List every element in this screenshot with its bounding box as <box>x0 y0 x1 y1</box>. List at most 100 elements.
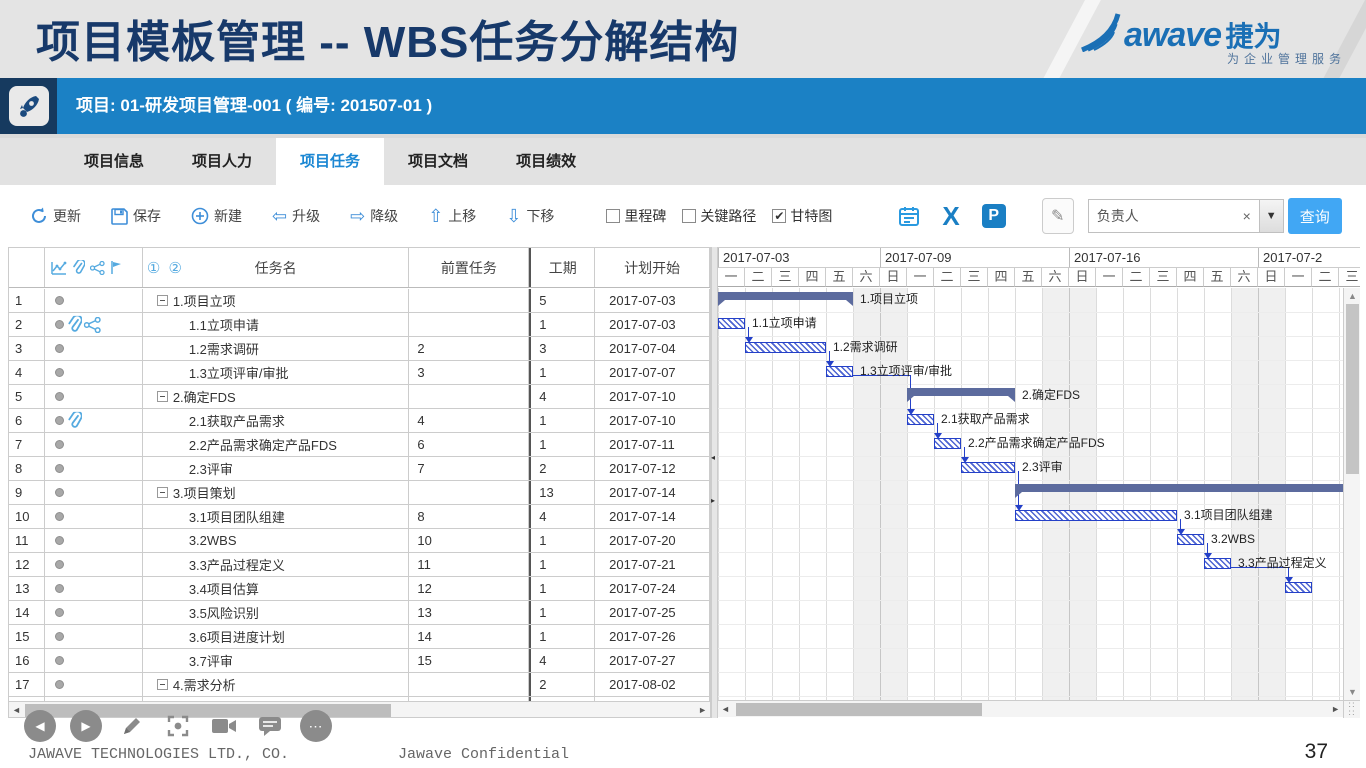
chart-icon[interactable] <box>51 261 67 275</box>
table-row[interactable]: 113.2WBS1012017-07-20 <box>9 529 710 553</box>
task-bar[interactable] <box>1177 534 1204 545</box>
table-row[interactable]: 163.7评审1542017-07-27 <box>9 649 710 673</box>
excel-icon[interactable]: X <box>942 205 959 227</box>
task-bar[interactable] <box>907 414 934 425</box>
task-name-cell: 3.7评审 <box>143 649 410 672</box>
table-row[interactable]: 52.确定FDS42017-07-10 <box>9 385 710 409</box>
paperclip-icon[interactable] <box>67 412 82 429</box>
summary-bar[interactable] <box>718 292 853 300</box>
gantt-hscrollbar[interactable]: ◄ ► <box>718 700 1343 717</box>
下移-button[interactable]: ⇩下移 <box>506 206 554 226</box>
collapse-icon[interactable] <box>157 295 168 306</box>
tab-项目绩效[interactable]: 项目绩效 <box>492 138 600 185</box>
checkbox-甘特图[interactable]: ✔甘特图 <box>772 206 832 226</box>
table-row[interactable]: 21.1立项申请12017-07-03 <box>9 313 710 337</box>
camera-icon[interactable] <box>208 710 240 742</box>
table-row[interactable]: 62.1获取产品需求412017-07-10 <box>9 409 710 433</box>
table-row[interactable]: 123.3产品过程定义1112017-07-21 <box>9 553 710 577</box>
上移-button[interactable]: ⇧上移 <box>428 206 476 226</box>
day-label: 六 <box>1231 267 1258 287</box>
grid-hline <box>718 336 1343 337</box>
panel-splitter[interactable]: ◂ ▸ <box>711 247 718 718</box>
table-row[interactable]: 143.5风险识别1312017-07-25 <box>9 601 710 625</box>
grid-header: ① ②任务名前置任务工期计划开始 <box>9 248 710 288</box>
checkbox-icon[interactable] <box>606 209 620 223</box>
frame-icon[interactable] <box>162 710 194 742</box>
table-row[interactable]: 31.2需求调研232017-07-04 <box>9 337 710 361</box>
task-bar[interactable] <box>718 318 745 329</box>
tab-项目信息[interactable]: 项目信息 <box>60 138 168 185</box>
refresh-icon <box>30 207 48 225</box>
table-row[interactable]: 11.项目立项52017-07-03 <box>9 289 710 313</box>
paperclip-icon[interactable] <box>67 316 82 333</box>
query-button[interactable]: 查询 <box>1288 198 1342 234</box>
table-row[interactable]: 133.4项目估算1212017-07-24 <box>9 577 710 601</box>
table-row[interactable]: 41.3立项评审/审批312017-07-07 <box>9 361 710 385</box>
新建-button[interactable]: 新建 <box>191 206 242 226</box>
duration-cell: 4 <box>529 649 595 672</box>
tab-项目人力[interactable]: 项目人力 <box>168 138 276 185</box>
summary-bar[interactable] <box>907 388 1015 396</box>
row-number: 15 <box>9 625 45 648</box>
table-row[interactable]: 72.2产品需求确定产品FDS612017-07-11 <box>9 433 710 457</box>
resize-grip[interactable]: ∷∷ <box>1343 700 1360 718</box>
chat-icon[interactable] <box>254 710 286 742</box>
task-bar[interactable] <box>1204 558 1231 569</box>
table-row[interactable]: 93.项目策划132017-07-14 <box>9 481 710 505</box>
back-icon[interactable]: ◀ <box>24 710 56 742</box>
升级-button[interactable]: ⇦升级 <box>272 206 320 226</box>
filter-clear-icon[interactable]: × <box>1235 208 1259 224</box>
day-label: 一 <box>718 267 745 287</box>
table-row[interactable]: 153.6项目进度计划1412017-07-26 <box>9 625 710 649</box>
project-icon[interactable]: P <box>982 204 1006 228</box>
calendar-icon[interactable] <box>898 205 920 227</box>
task-bar[interactable] <box>745 342 826 353</box>
row-indicators <box>45 361 143 384</box>
owner-filter-select[interactable]: 负责人 × ▼ <box>1088 199 1284 233</box>
降级-button[interactable]: ⇨降级 <box>350 206 398 226</box>
task-bar[interactable] <box>961 462 1015 473</box>
table-row[interactable]: 174.需求分析22017-08-02 <box>9 673 710 697</box>
share-icon[interactable] <box>84 316 101 332</box>
flag-icon[interactable] <box>110 260 122 275</box>
more-icon[interactable]: ⋯ <box>300 710 332 742</box>
gantt-day-header: 一二三四五六日一二三四五六日一二三四五六日一二三 <box>718 267 1360 287</box>
row-indicators <box>45 529 143 552</box>
status-dot-icon <box>55 608 64 617</box>
status-dot-icon <box>55 584 64 593</box>
task-name-cell: 3.1项目团队组建 <box>143 505 410 528</box>
tab-项目文档[interactable]: 项目文档 <box>384 138 492 185</box>
duration-cell: 1 <box>529 601 595 624</box>
task-bar[interactable] <box>1285 582 1312 593</box>
checkbox-里程碑[interactable]: 里程碑 <box>606 206 666 226</box>
task-bar[interactable] <box>1015 510 1177 521</box>
gantt-vscrollbar[interactable]: ▲ ▼ <box>1343 288 1360 700</box>
move-up-icon: ⇧ <box>428 207 443 225</box>
share-icon[interactable] <box>90 261 105 275</box>
paperclip-icon[interactable] <box>72 260 85 275</box>
footer-company: JAWAVE TECHNOLOGIES LTD., CO. <box>28 746 289 763</box>
play-icon[interactable]: ▶ <box>70 710 102 742</box>
grid-hline <box>718 432 1343 433</box>
summary-bar[interactable] <box>1015 484 1343 492</box>
collapse-icon[interactable] <box>157 487 168 498</box>
更新-button[interactable]: 更新 <box>30 206 81 226</box>
wbs-page: 项目模板管理 -- WBS任务分解结构 awave 捷为 为企业管理服务 <box>0 0 1366 768</box>
footer-confidential: Jawave Confidential <box>398 746 569 763</box>
table-row[interactable]: 103.1项目团队组建842017-07-14 <box>9 505 710 529</box>
pencil-icon[interactable] <box>116 710 148 742</box>
tab-项目任务[interactable]: 项目任务 <box>276 138 384 185</box>
checkbox-icon[interactable]: ✔ <box>772 209 786 223</box>
task-bar[interactable] <box>826 366 853 377</box>
chevron-down-icon[interactable]: ▼ <box>1259 200 1283 232</box>
checkbox-关键路径[interactable]: 关键路径 <box>682 206 756 226</box>
edit-pencil-icon[interactable]: ✎ <box>1042 198 1074 234</box>
collapse-icon[interactable] <box>157 391 168 402</box>
task-bar[interactable] <box>934 438 961 449</box>
collapse-icon[interactable] <box>157 679 168 690</box>
保存-button[interactable]: 保存 <box>111 206 161 226</box>
table-row[interactable]: 82.3评审722017-07-12 <box>9 457 710 481</box>
checkbox-icon[interactable] <box>682 209 696 223</box>
row-number: 5 <box>9 385 45 408</box>
row-number: 12 <box>9 553 45 576</box>
